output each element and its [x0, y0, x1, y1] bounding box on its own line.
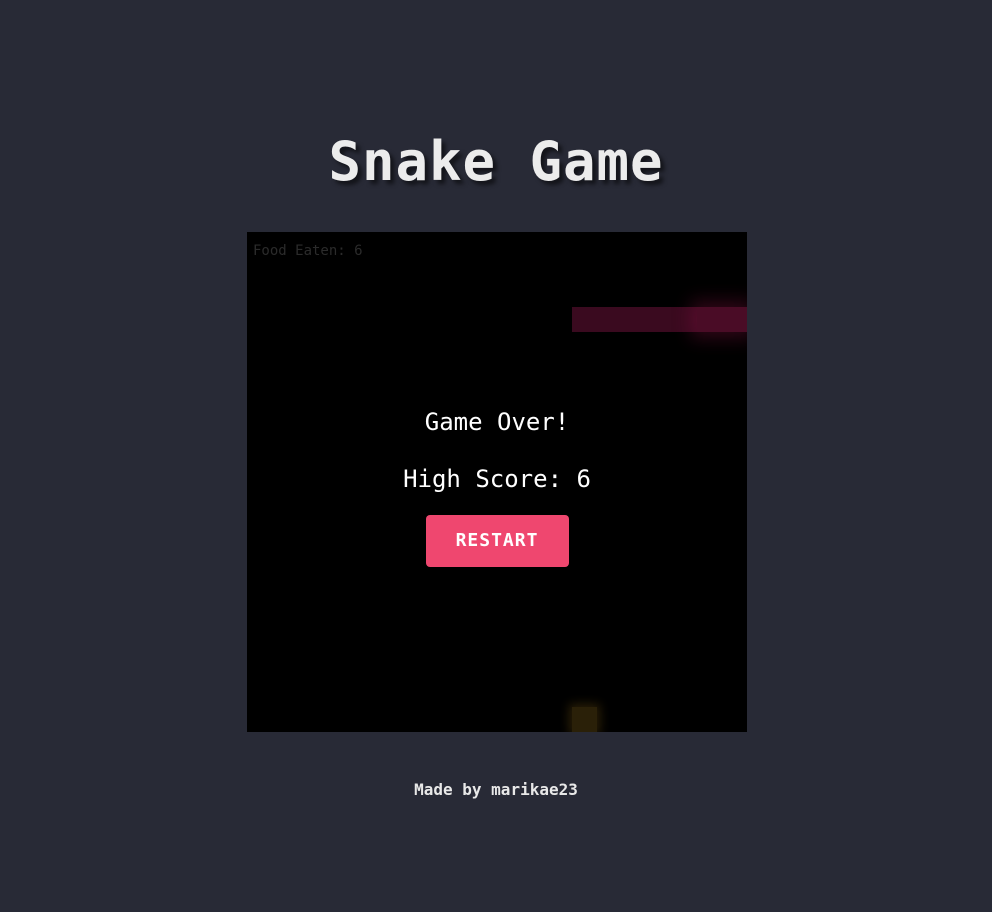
- restart-button[interactable]: RESTART: [425, 515, 569, 567]
- food-eaten-counter: Food Eaten: 6: [253, 243, 363, 259]
- game-over-text: Game Over!: [424, 408, 570, 436]
- page-title: Snake Game: [328, 130, 664, 193]
- footer-credit: Made by marikae23: [414, 780, 578, 799]
- snake-segment: [622, 307, 647, 332]
- snake-segment: [597, 307, 622, 332]
- game-over-panel: Game Over! High Score: 6 RESTART: [247, 404, 747, 567]
- snake-segment: [647, 307, 672, 332]
- high-score-text: High Score: 6: [403, 465, 591, 493]
- snake-head: [697, 307, 747, 332]
- snake-segment: [572, 307, 597, 332]
- snake-segment: [672, 307, 697, 332]
- game-board[interactable]: Food Eaten: 6 Game Over! High Score: 6 R…: [247, 232, 747, 732]
- food-item: [572, 707, 597, 732]
